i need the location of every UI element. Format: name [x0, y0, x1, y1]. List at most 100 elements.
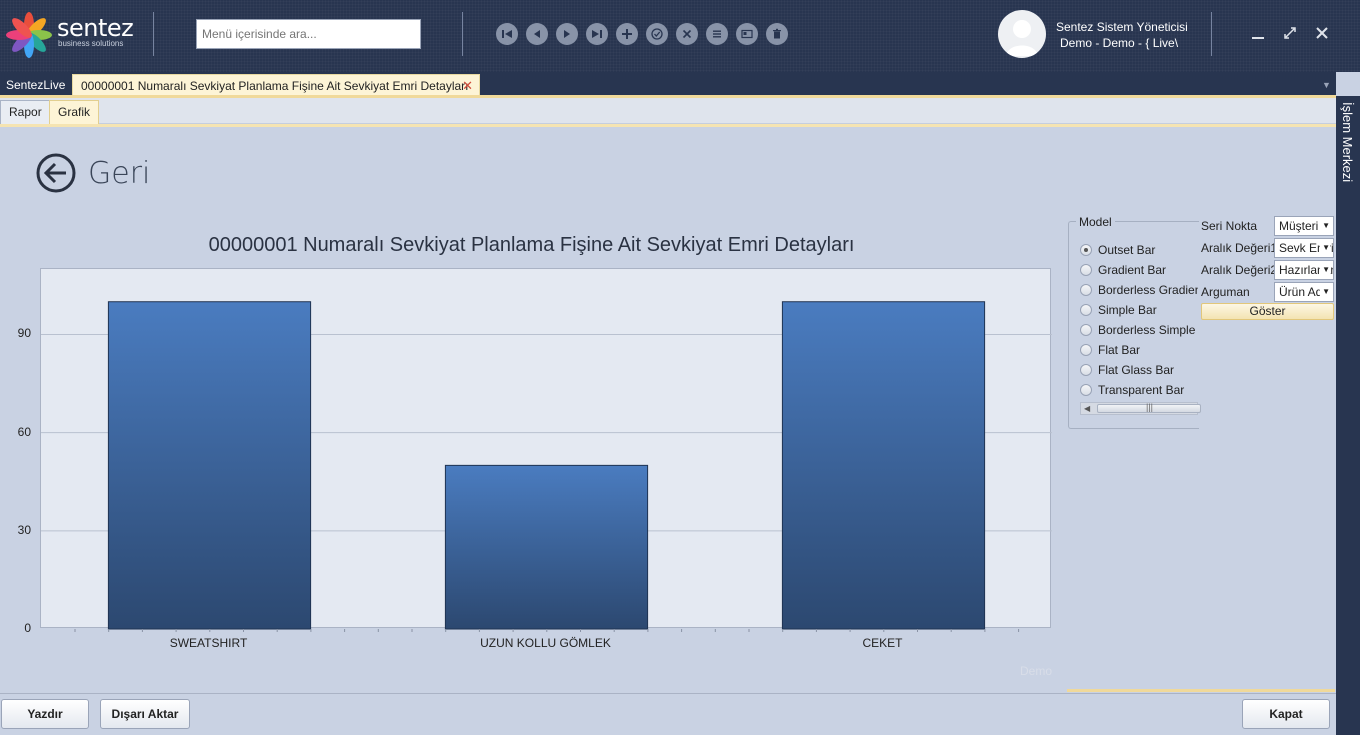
aralik-degeri2-label: Aralık Değeri2 — [1201, 263, 1275, 277]
seri-nokta-label: Seri Nokta — [1201, 219, 1258, 233]
y-tick-label: 30 — [17, 522, 31, 537]
tab-close-icon[interactable]: ✕ — [462, 75, 473, 97]
bar[interactable] — [107, 301, 312, 630]
last-record-icon[interactable] — [586, 23, 608, 45]
chevron-down-icon[interactable]: ▼ — [1320, 217, 1330, 235]
bottom-action-bar — [0, 693, 1336, 735]
aralik-degeri1-select[interactable]: Sevk Emri ▼ — [1274, 238, 1334, 258]
model-option-label: Flat Glass Bar — [1098, 363, 1175, 377]
radio-button[interactable] — [1080, 324, 1092, 336]
aralik-degeri1-label: Aralık Değeri1 — [1201, 241, 1275, 255]
radio-button[interactable] — [1080, 364, 1092, 376]
model-option[interactable]: Simple Bar — [1080, 302, 1198, 318]
list-icon[interactable] — [706, 23, 728, 45]
logo-subtitle: business solutions — [58, 39, 124, 48]
header-divider — [153, 12, 154, 56]
model-legend: Model — [1076, 215, 1115, 229]
y-tick-label: 0 — [24, 621, 31, 635]
export-button[interactable]: Dışarı Aktar — [100, 699, 190, 729]
process-center-panel[interactable] — [1336, 96, 1360, 735]
bar[interactable] — [444, 464, 649, 630]
radio-button[interactable] — [1080, 264, 1092, 276]
header-divider — [462, 12, 463, 56]
model-option[interactable]: Outset Bar — [1080, 242, 1198, 258]
arguman-label: Arguman — [1201, 285, 1250, 299]
back-label[interactable]: Geri — [88, 156, 150, 191]
model-option-label: Transparent Bar — [1098, 383, 1185, 397]
user-company: Demo - Demo - { Live\ — [1060, 36, 1179, 50]
chevron-down-icon[interactable]: ▼ — [1320, 283, 1330, 301]
view-tabs: Rapor Grafik — [0, 98, 1336, 124]
radio-button[interactable] — [1080, 384, 1092, 396]
record-nav-toolbar — [496, 23, 788, 45]
sentez-logo-icon — [6, 12, 52, 58]
document-tab-strip: SentezLive 00000001 Numaralı Sevkiyat Pl… — [0, 72, 1336, 96]
first-record-icon[interactable] — [496, 23, 518, 45]
radio-button[interactable] — [1080, 304, 1092, 316]
model-option-label: Flat Bar — [1098, 343, 1141, 357]
model-option-label: Gradient Bar — [1098, 263, 1167, 277]
x-tick-label: UZUN KOLLU GÖMLEK — [480, 636, 611, 650]
prev-record-icon[interactable] — [526, 23, 548, 45]
tab-sentezlive[interactable]: SentezLive — [0, 74, 71, 96]
tab-rapor[interactable]: Rapor — [0, 100, 51, 124]
seri-nokta-select[interactable]: Müşteri ▼ — [1274, 216, 1334, 236]
model-option-label: Borderless Simple Bar — [1098, 323, 1198, 337]
user-name: Sentez Sistem Yöneticisi — [1056, 20, 1188, 34]
x-tick-label: SWEATSHIRT — [169, 636, 248, 650]
tab-grafik[interactable]: Grafik — [49, 100, 100, 124]
model-option[interactable]: Flat Bar — [1080, 342, 1198, 358]
model-option-label: Outset Bar — [1098, 243, 1156, 257]
chevron-down-icon[interactable]: ▼ — [1320, 261, 1330, 279]
y-tick-label: 90 — [17, 326, 31, 341]
arguman-value: Ürün Adı — [1279, 285, 1326, 299]
trash-icon[interactable] — [766, 23, 788, 45]
card-icon[interactable] — [736, 23, 758, 45]
next-record-icon[interactable] — [556, 23, 578, 45]
bar-chart — [41, 301, 1052, 632]
bar[interactable] — [781, 301, 986, 630]
goster-button[interactable]: Göster — [1201, 303, 1334, 320]
confirm-icon[interactable] — [646, 23, 668, 45]
logo-text: sentez — [57, 14, 134, 42]
user-avatar-icon[interactable] — [998, 10, 1046, 58]
minimize-icon[interactable] — [1249, 24, 1267, 42]
model-option[interactable]: Flat Glass Bar — [1080, 362, 1198, 378]
seri-nokta-value: Müşteri — [1279, 219, 1319, 233]
tab-label: 00000001 Numaralı Sevkiyat Planlama Fişi… — [81, 79, 469, 93]
y-tick-label: 60 — [17, 424, 31, 439]
model-horizontal-scrollbar[interactable]: ◀ ||| — [1080, 402, 1201, 415]
model-option-label: Borderless Gradient Bar — [1098, 283, 1198, 297]
cancel-icon[interactable] — [676, 23, 698, 45]
scroll-left-icon[interactable]: ◀ — [1084, 403, 1090, 414]
tab-list-chevron-down-icon[interactable]: ▼ — [1322, 80, 1331, 90]
menu-search-input[interactable] — [196, 19, 421, 49]
scrollbar-thumb[interactable]: ||| — [1097, 402, 1201, 413]
model-option[interactable]: Borderless Simple Bar — [1080, 322, 1198, 338]
grip-icon: ||| — [1146, 402, 1154, 412]
radio-button[interactable] — [1080, 344, 1092, 356]
process-center-label[interactable]: İşlem Merkezi — [1340, 102, 1355, 182]
close-button[interactable]: Kapat — [1242, 699, 1330, 729]
back-arrow-icon[interactable] — [36, 153, 76, 193]
radio-button[interactable] — [1080, 284, 1092, 296]
model-option[interactable]: Transparent Bar — [1080, 382, 1198, 398]
arguman-select[interactable]: Ürün Adı ▼ — [1274, 282, 1334, 302]
accent-line — [1067, 689, 1335, 692]
tab-shipment-details[interactable]: 00000001 Numaralı Sevkiyat Planlama Fişi… — [72, 74, 480, 96]
add-icon[interactable] — [616, 23, 638, 45]
radio-button[interactable] — [1080, 244, 1092, 256]
x-tick-label: CEKET — [862, 636, 903, 650]
model-option[interactable]: Borderless Gradient Bar — [1080, 282, 1198, 298]
model-option-label: Simple Bar — [1098, 303, 1157, 317]
restore-icon[interactable] — [1281, 24, 1299, 42]
demo-watermark: Demo — [1020, 664, 1053, 678]
chart-plot-area — [40, 268, 1052, 632]
chart-title: 00000001 Numaralı Sevkiyat Planlama Fişi… — [208, 234, 855, 256]
aralik-degeri2-select[interactable]: Hazırlanan ▼ — [1274, 260, 1334, 280]
print-button[interactable]: Yazdır — [1, 699, 89, 729]
model-option[interactable]: Gradient Bar — [1080, 262, 1198, 278]
chevron-down-icon[interactable]: ▼ — [1320, 239, 1330, 257]
close-window-icon[interactable] — [1313, 24, 1331, 42]
header-divider — [1211, 12, 1212, 56]
